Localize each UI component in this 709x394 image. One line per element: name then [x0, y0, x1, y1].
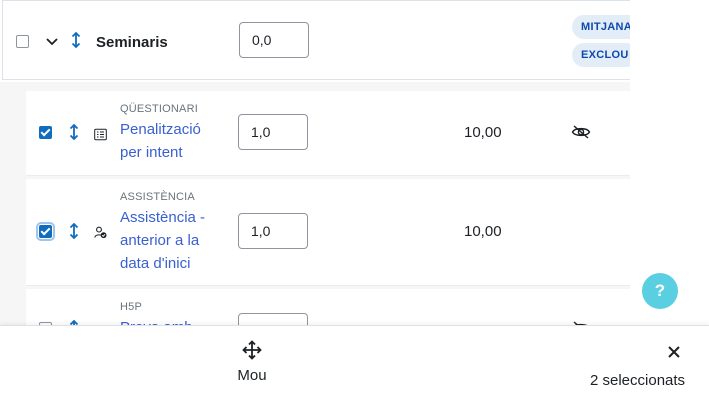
- aggregation-badge: MITJANA: [572, 15, 630, 39]
- grade-item-row: ASSISTÈNCIA Assistència - anterior a la …: [26, 179, 630, 286]
- attendance-icon: [94, 226, 107, 239]
- grade-item-row: QÜESTIONARI Penalització per intent 1,0 …: [26, 91, 630, 176]
- item-name-link[interactable]: Penalització per intent: [120, 118, 220, 164]
- eye-slash-icon[interactable]: [571, 125, 591, 139]
- item-weight-input[interactable]: 1,0: [238, 213, 308, 249]
- move-vertical-icon[interactable]: [69, 124, 79, 140]
- item-name-line: Penalització: [120, 121, 201, 138]
- item-type-label: QÜESTIONARI: [120, 103, 198, 115]
- selection-count: 2 seleccionats: [590, 372, 686, 389]
- item-type-label: ASSISTÈNCIA: [120, 191, 195, 203]
- category-weight-input[interactable]: 0,0: [239, 22, 309, 58]
- chevron-down-icon[interactable]: [46, 38, 58, 46]
- item-name-link[interactable]: Assistència - anterior a la data d'inici: [120, 206, 220, 275]
- category-row: Seminaris 0,0 MITJANA EXCLOU: [2, 0, 630, 80]
- exclude-badge: EXCLOU: [572, 43, 630, 67]
- item-name-line: anterior a la: [120, 232, 200, 249]
- move-vertical-icon[interactable]: [71, 32, 81, 48]
- bulk-action-bar: Mou 2 seleccionats: [0, 325, 709, 394]
- item-name-line: per intent: [120, 144, 183, 161]
- item-name-line: data d'inici: [120, 255, 191, 272]
- item-checkbox[interactable]: [39, 126, 52, 139]
- move-button[interactable]: Mou: [226, 338, 278, 388]
- help-button[interactable]: ?: [642, 273, 678, 309]
- category-checkbox[interactable]: [16, 35, 29, 48]
- item-weight-input[interactable]: 1,0: [238, 114, 308, 150]
- max-grade: 10,00: [464, 223, 502, 240]
- quiz-icon: [94, 128, 107, 141]
- gradebook-setup-view: Seminaris 0,0 MITJANA EXCLOU QÜESTIONARI…: [0, 0, 709, 394]
- item-name-line: Assistència -: [120, 209, 206, 226]
- move-arrows-icon: [242, 340, 262, 360]
- move-vertical-icon[interactable]: [69, 223, 79, 239]
- item-type-label: H5P: [120, 301, 142, 313]
- move-label: Mou: [237, 367, 267, 384]
- close-icon[interactable]: [667, 345, 681, 359]
- category-title: Seminaris: [96, 34, 168, 51]
- max-grade: 10,00: [464, 124, 502, 141]
- item-checkbox[interactable]: [36, 222, 55, 241]
